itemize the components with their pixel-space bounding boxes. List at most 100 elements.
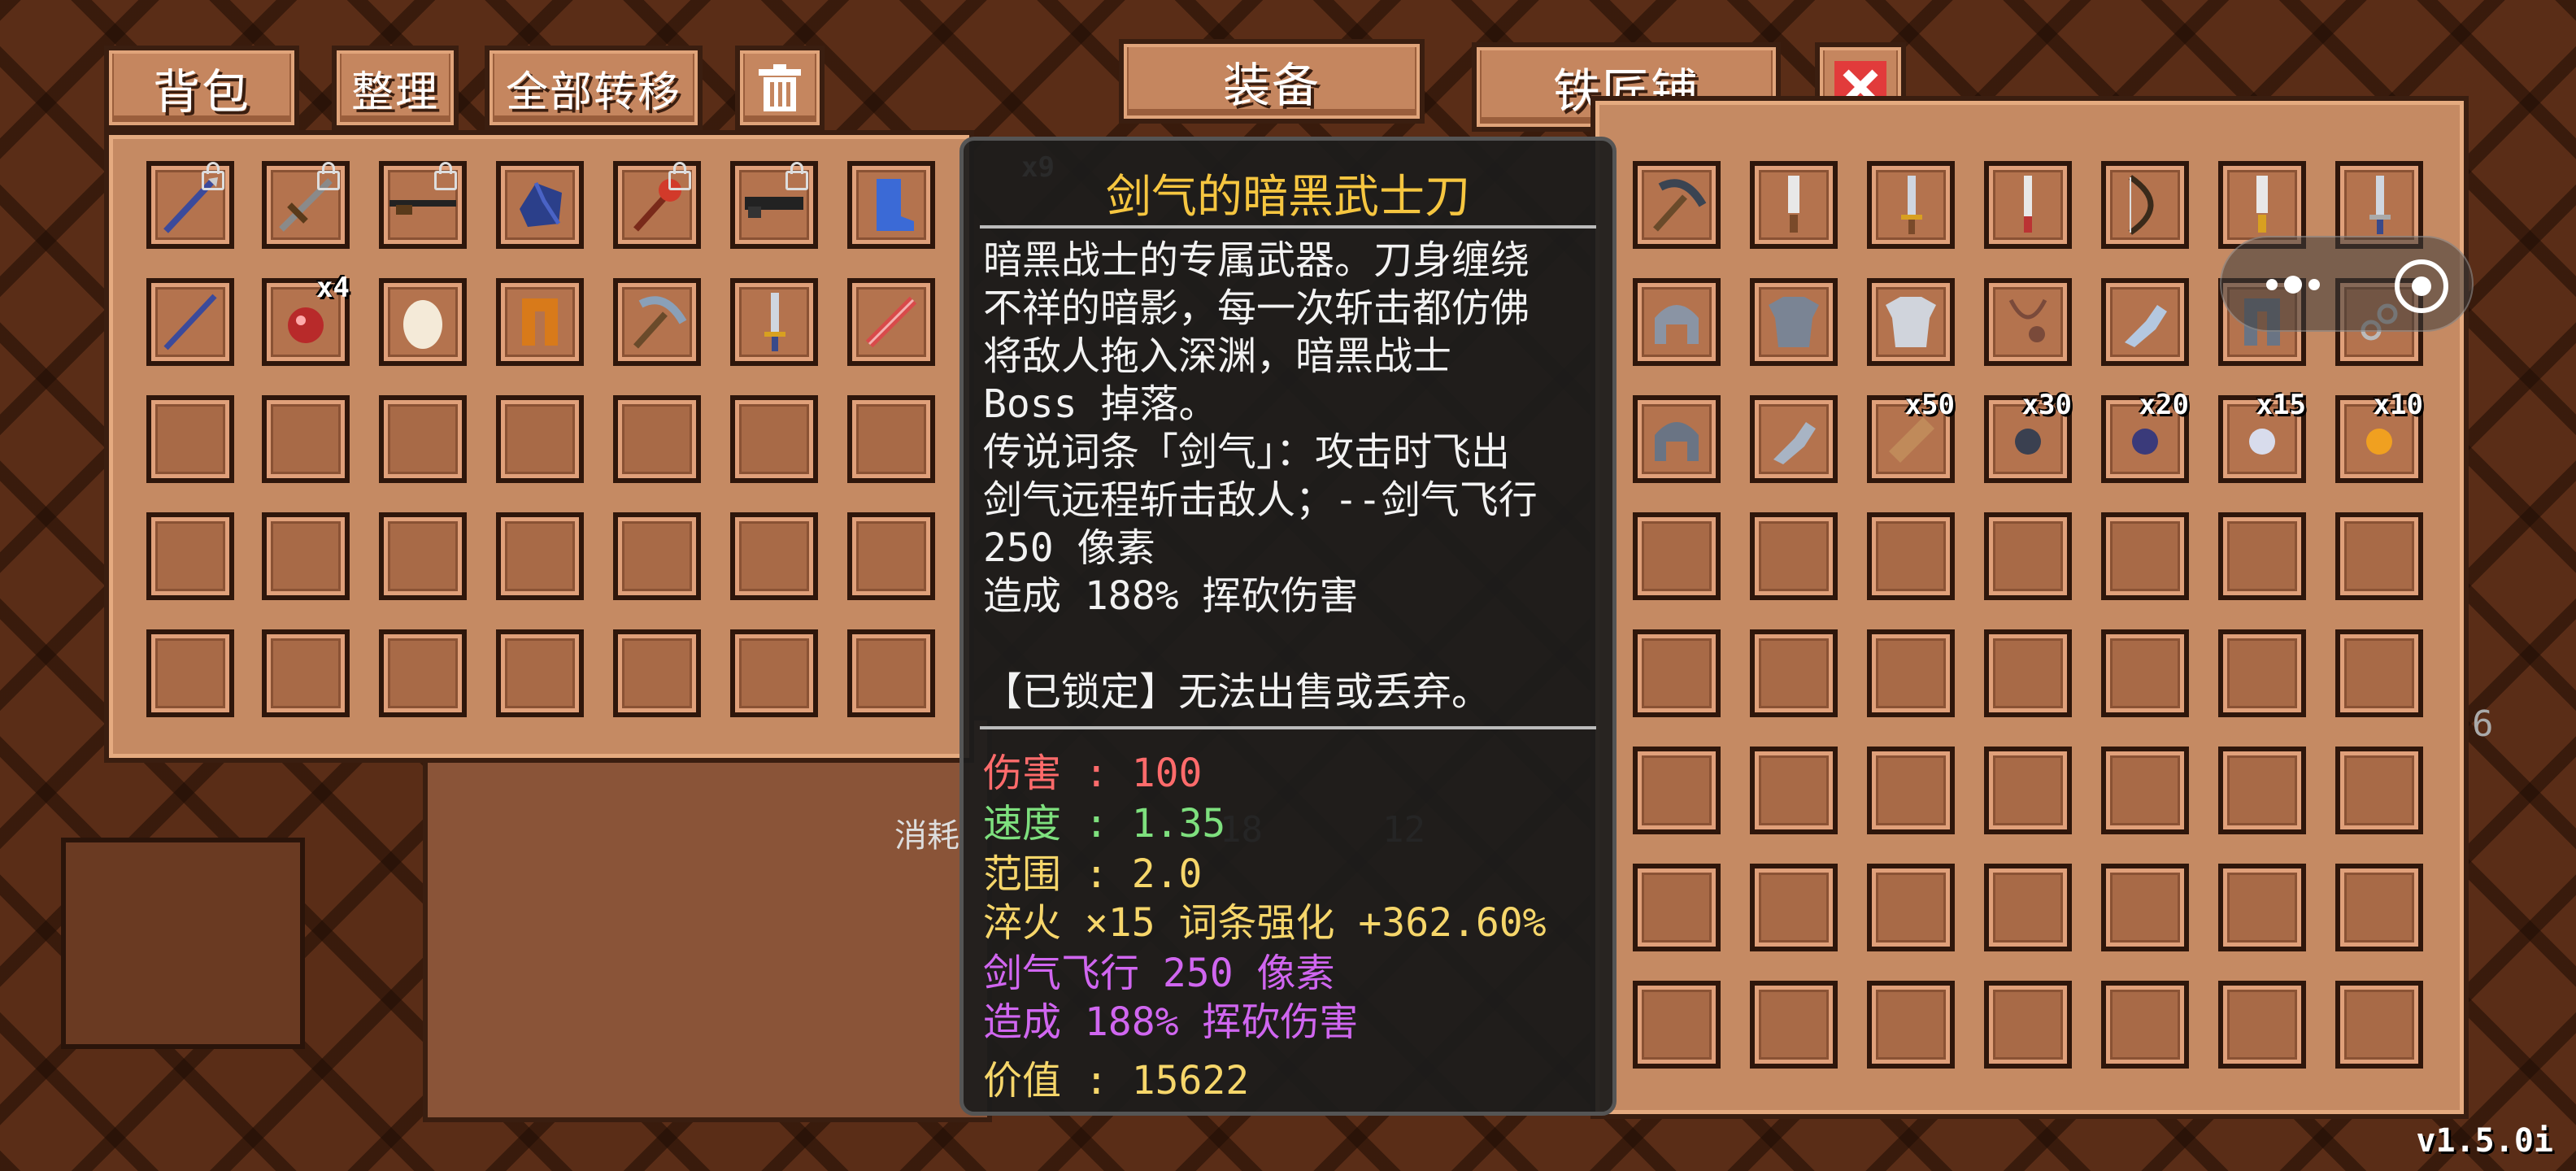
storage-slot[interactable] <box>1867 981 1955 1069</box>
storage-slot[interactable] <box>2335 864 2423 951</box>
inventory-slot[interactable] <box>613 161 701 249</box>
item-count: x20 <box>2139 389 2189 421</box>
inventory-slot[interactable] <box>146 395 234 483</box>
inventory-slot[interactable] <box>379 278 467 366</box>
storage-slot[interactable] <box>1750 278 1838 366</box>
inventory-slot[interactable] <box>847 278 935 366</box>
storage-slot[interactable] <box>1984 747 2072 834</box>
inventory-slot[interactable] <box>613 629 701 717</box>
inventory-slot[interactable] <box>847 512 935 600</box>
storage-slot[interactable] <box>1984 278 2072 366</box>
inventory-slot[interactable] <box>847 161 935 249</box>
mini-program-more-icon[interactable] <box>2244 260 2342 309</box>
storage-slot[interactable] <box>1984 161 2072 249</box>
storage-slot[interactable] <box>1633 864 1721 951</box>
storage-slot[interactable] <box>1750 747 1838 834</box>
tab-backpack[interactable]: 背包 <box>104 46 299 130</box>
storage-slot[interactable] <box>2218 629 2306 717</box>
storage-slot[interactable] <box>2218 981 2306 1069</box>
storage-slot[interactable] <box>1750 629 1838 717</box>
inventory-slot[interactable] <box>613 512 701 600</box>
inventory-slot[interactable] <box>146 629 234 717</box>
inventory-slot[interactable] <box>262 395 350 483</box>
inventory-slot[interactable] <box>496 512 584 600</box>
inventory-slot[interactable] <box>379 161 467 249</box>
inventory-slot[interactable] <box>847 395 935 483</box>
inventory-slot[interactable] <box>730 161 818 249</box>
inventory-slot[interactable] <box>496 278 584 366</box>
sort-button[interactable]: 整理 <box>332 46 459 130</box>
storage-slot[interactable] <box>1750 864 1838 951</box>
storage-slot[interactable]: x15 <box>2218 389 2306 483</box>
storage-slot[interactable] <box>1633 747 1721 834</box>
inventory-slot[interactable] <box>613 278 701 366</box>
storage-slot[interactable] <box>1867 747 1955 834</box>
inventory-slot[interactable] <box>730 629 818 717</box>
inventory-slot[interactable]: x4 <box>262 272 350 366</box>
storage-slot[interactable] <box>2101 512 2189 600</box>
lock-icon <box>785 162 808 190</box>
storage-slot[interactable] <box>1633 512 1721 600</box>
storage-slot[interactable]: x10 <box>2335 389 2423 483</box>
storage-slot[interactable] <box>2218 747 2306 834</box>
storage-slot[interactable] <box>1633 629 1721 717</box>
sword-icon <box>1901 176 1922 234</box>
tab-equipment[interactable]: 装备 <box>1119 39 1425 124</box>
storage-slot[interactable] <box>1984 981 2072 1069</box>
storage-slot[interactable] <box>1984 864 2072 951</box>
storage-slot[interactable] <box>1750 395 1838 483</box>
inventory-slot[interactable] <box>146 161 234 249</box>
inventory-slot[interactable] <box>262 629 350 717</box>
storage-slot[interactable] <box>2335 512 2423 600</box>
inventory-slot[interactable] <box>262 161 350 249</box>
inventory-slot[interactable] <box>379 395 467 483</box>
inventory-slot[interactable] <box>496 629 584 717</box>
storage-slot[interactable]: x20 <box>2101 389 2189 483</box>
storage-slot[interactable] <box>2101 629 2189 717</box>
storage-slot[interactable] <box>2335 747 2423 834</box>
inventory-slot[interactable] <box>146 512 234 600</box>
storage-slot[interactable] <box>1984 629 2072 717</box>
storage-slot[interactable] <box>2101 747 2189 834</box>
storage-slot[interactable]: x50 <box>1867 389 1955 483</box>
storage-slot[interactable]: x30 <box>1984 389 2072 483</box>
transfer-all-button[interactable]: 全部转移 <box>485 46 703 130</box>
storage-slot[interactable] <box>2218 864 2306 951</box>
inventory-slot[interactable] <box>262 512 350 600</box>
mini-program-close-icon[interactable] <box>2389 254 2454 319</box>
storage-slot[interactable] <box>1633 161 1721 249</box>
inventory-slot[interactable] <box>730 395 818 483</box>
storage-slot[interactable] <box>1984 512 2072 600</box>
inventory-slot[interactable] <box>379 629 467 717</box>
storage-slot[interactable] <box>1867 629 1955 717</box>
storage-slot[interactable] <box>1633 278 1721 366</box>
storage-slot[interactable] <box>2335 981 2423 1069</box>
inventory-slot[interactable] <box>496 161 584 249</box>
storage-slot[interactable] <box>1633 981 1721 1069</box>
storage-slot[interactable] <box>1633 395 1721 483</box>
storage-slot[interactable] <box>1867 161 1955 249</box>
item-tooltip: 剑气的暗黑武士刀 暗黑战士的专属武器。刀身缠绕 不祥的暗影，每一次斩击都仿佛 将… <box>959 137 1617 1116</box>
storage-slot[interactable] <box>2101 864 2189 951</box>
storage-slot[interactable] <box>2101 278 2189 366</box>
inventory-slot[interactable] <box>613 395 701 483</box>
inventory-slot[interactable] <box>730 278 818 366</box>
storage-slot[interactable] <box>1750 512 1838 600</box>
dagger-icon <box>1788 176 1799 233</box>
inventory-slot[interactable] <box>847 629 935 717</box>
storage-slot[interactable] <box>2335 629 2423 717</box>
storage-slot[interactable] <box>1867 864 1955 951</box>
stat-damage: 伤害 : 100 <box>983 751 1203 796</box>
storage-slot[interactable] <box>2218 512 2306 600</box>
trash-button[interactable] <box>735 46 825 130</box>
inventory-slot[interactable] <box>379 512 467 600</box>
storage-slot[interactable] <box>2101 981 2189 1069</box>
storage-slot[interactable] <box>1867 512 1955 600</box>
storage-slot[interactable] <box>1750 161 1838 249</box>
inventory-slot[interactable] <box>496 395 584 483</box>
inventory-slot[interactable] <box>146 278 234 366</box>
storage-slot[interactable] <box>1867 278 1955 366</box>
storage-slot[interactable] <box>2101 161 2189 249</box>
inventory-slot[interactable] <box>730 512 818 600</box>
storage-slot[interactable] <box>1750 981 1838 1069</box>
